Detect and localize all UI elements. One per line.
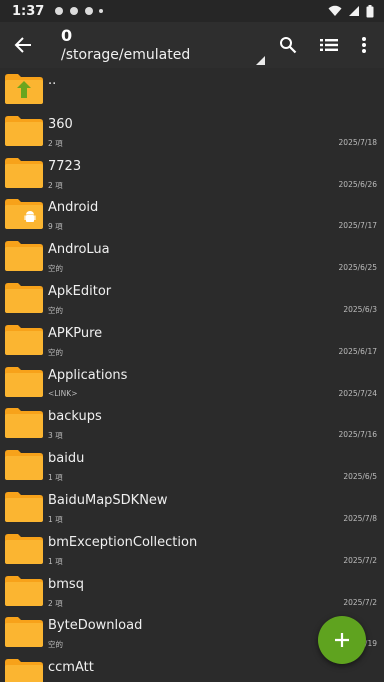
toolbar-titles[interactable]: 0 /storage/emulated — [61, 26, 190, 64]
folder-row[interactable]: backups 3 項 2025/7/16 — [0, 402, 384, 444]
folder-icon — [5, 157, 43, 188]
notification-icon — [70, 7, 79, 15]
app-toolbar: 0 /storage/emulated — [0, 22, 384, 68]
search-icon — [280, 37, 297, 54]
folder-name: bmsq — [48, 576, 84, 592]
folder-name: AndroLua — [48, 242, 110, 258]
status-notification-icons — [54, 6, 104, 16]
notification-icon — [55, 7, 64, 15]
folder-item-count: 2 項 — [48, 138, 63, 148]
view-mode-button[interactable] — [317, 33, 341, 57]
dot-icon — [99, 9, 104, 13]
folder-row[interactable]: ApkEditor 空的 2025/6/3 — [0, 277, 384, 319]
folder-item-count: 2 項 — [48, 180, 63, 190]
folder-item-count: 空的 — [48, 640, 63, 650]
folder-date: 2025/7/8 — [343, 513, 377, 523]
folder-row[interactable]: baidu 1 項 2025/6/5 — [0, 444, 384, 486]
folder-name: ApkEditor — [48, 283, 112, 299]
folder-row[interactable]: 360 2 項 2025/7/18 — [0, 110, 384, 152]
folder-date: 2025/6/3 — [343, 304, 377, 314]
file-list: .. 360 2 項 2025/7/18 7723 2 項 2025/6/26 … — [0, 68, 384, 682]
folder-date: 2025/7/2 — [343, 555, 377, 565]
folder-icon — [5, 659, 43, 682]
parent-directory-label: .. — [48, 73, 57, 88]
selection-count: 0 — [61, 26, 73, 45]
folder-item-count: 9 項 — [48, 222, 63, 232]
status-bar: 1:37 — [0, 0, 384, 22]
more-options-button[interactable] — [352, 33, 376, 57]
folder-row[interactable]: 7723 2 項 2025/6/26 — [0, 152, 384, 194]
folder-name: Applications — [48, 367, 128, 383]
folder-row[interactable]: bmsq 2 項 2025/7/2 — [0, 570, 384, 612]
folder-name: baidu — [48, 451, 85, 467]
folder-date: 2025/7/17 — [338, 221, 377, 231]
folder-item-count: 空的 — [48, 305, 63, 315]
folder-date: 2025/6/26 — [338, 179, 377, 189]
folder-name: 7723 — [48, 158, 82, 174]
folder-icon — [5, 533, 43, 564]
folder-item-count: <LINK> — [48, 388, 78, 398]
folder-item-count: 1 項 — [48, 514, 63, 524]
folder-icon — [5, 491, 43, 522]
folder-item-count: 1 項 — [48, 556, 63, 566]
folder-icon — [5, 241, 43, 272]
folder-date: 2025/6/25 — [338, 263, 377, 273]
folder-date: 2025/6/17 — [338, 346, 377, 356]
folder-date: 2025/7/2 — [343, 597, 377, 607]
folder-icon — [5, 282, 43, 313]
current-path: /storage/emulated — [61, 47, 191, 63]
folder-icon — [5, 408, 43, 439]
notification-icon — [85, 7, 94, 15]
folder-row[interactable]: BaiduMapSDKNew 1 項 2025/7/8 — [0, 486, 384, 528]
folder-row[interactable]: APKPure 空的 2025/6/17 — [0, 319, 384, 361]
folder-name: BaiduMapSDKNew — [48, 492, 168, 508]
folder-date: 2025/7/18 — [338, 137, 377, 147]
folder-icon — [5, 115, 43, 146]
folder-icon — [5, 575, 43, 606]
back-button[interactable] — [0, 22, 46, 68]
status-system-icons — [328, 4, 374, 18]
plus-icon — [335, 633, 349, 647]
folder-date: 2025/7/16 — [338, 430, 377, 440]
folder-row[interactable]: Applications <LINK> 2025/7/24 — [0, 361, 384, 403]
wifi-icon — [328, 5, 342, 16]
path-dropdown-icon[interactable] — [256, 56, 265, 65]
folder-icon — [5, 324, 43, 355]
folder-up-icon — [5, 74, 43, 104]
list-view-icon — [320, 39, 338, 51]
folder-item-count: 2 項 — [48, 598, 63, 608]
folder-name: backups — [48, 409, 102, 425]
folder-icon — [5, 199, 43, 230]
folder-item-count: 3 項 — [48, 431, 63, 441]
folder-row[interactable]: AndroLua 空的 2025/6/25 — [0, 235, 384, 277]
folder-name: 360 — [48, 116, 73, 132]
status-time: 1:37 — [12, 3, 45, 19]
folder-date: 2025/6/5 — [343, 472, 377, 482]
parent-directory-row[interactable]: .. — [0, 68, 384, 110]
folder-date: 2025/7/24 — [338, 388, 377, 398]
folder-icon — [5, 450, 43, 481]
folder-name: Android — [48, 200, 99, 216]
signal-icon — [349, 6, 359, 16]
folder-name: APKPure — [48, 325, 103, 341]
folder-name: ByteDownload — [48, 618, 143, 634]
folder-item-count: 空的 — [48, 264, 63, 274]
search-button[interactable] — [276, 33, 300, 57]
add-button[interactable] — [318, 616, 366, 664]
folder-icon — [5, 617, 43, 648]
folder-item-count: 1 項 — [48, 473, 63, 483]
folder-name: ccmAtt — [48, 660, 94, 676]
folder-item-count: 空的 — [48, 347, 63, 357]
back-arrow-icon — [14, 37, 31, 53]
more-vert-icon — [362, 37, 366, 53]
folder-icon — [5, 366, 43, 397]
folder-row[interactable]: bmExceptionCollection 1 項 2025/7/2 — [0, 528, 384, 570]
battery-icon — [366, 4, 374, 17]
folder-name: bmExceptionCollection — [48, 534, 198, 550]
folder-row[interactable]: Android 9 項 2025/7/17 — [0, 193, 384, 235]
